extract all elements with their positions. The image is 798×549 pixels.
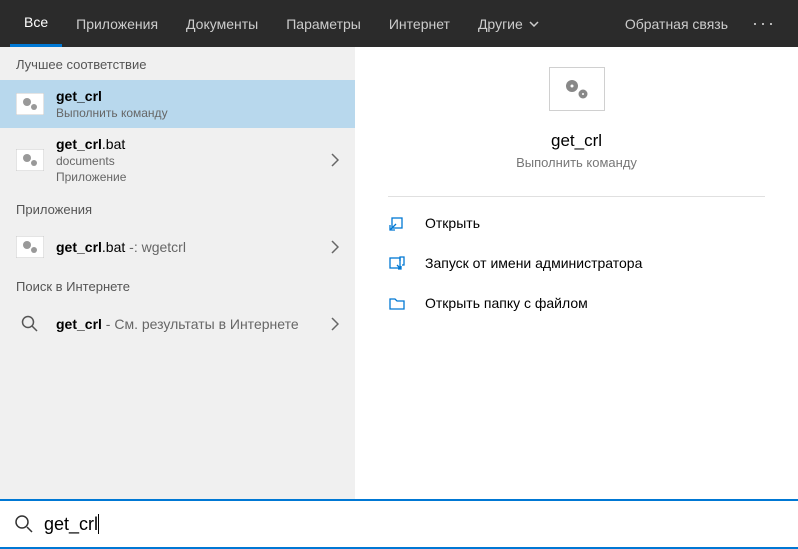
- action-run-admin[interactable]: Запуск от имени администратора: [383, 243, 770, 283]
- result-file-bat[interactable]: get_crl.bat documents Приложение: [0, 128, 355, 192]
- feedback-link[interactable]: Обратная связь: [613, 16, 740, 32]
- result-text: get_crl.bat -: wgetcrl: [56, 239, 331, 255]
- gears-icon: [549, 67, 605, 111]
- result-app-bat[interactable]: get_crl.bat -: wgetcrl: [0, 225, 355, 269]
- section-best-match: Лучшее соответствие: [0, 47, 355, 80]
- admin-icon: [387, 253, 407, 273]
- result-title-ext: .bat: [102, 239, 125, 255]
- gears-icon: [16, 149, 44, 171]
- result-text: get_crl.bat documents Приложение: [56, 136, 331, 184]
- tab-other-label: Другие: [478, 16, 523, 32]
- action-open[interactable]: Открыть: [383, 203, 770, 243]
- section-internet: Поиск в Интернете: [0, 269, 355, 302]
- actions-list: Открыть Запуск от имени администратора О…: [355, 203, 798, 323]
- text-cursor: [98, 514, 99, 534]
- preview-title: get_crl: [551, 131, 602, 151]
- result-title-pre: get_crl: [56, 136, 102, 152]
- tab-documents[interactable]: Документы: [172, 0, 272, 47]
- search-input[interactable]: get_crl: [44, 514, 784, 535]
- more-menu-icon[interactable]: ···: [740, 13, 788, 34]
- tab-internet[interactable]: Интернет: [375, 0, 464, 47]
- result-subtitle: Выполнить команду: [56, 106, 339, 120]
- search-icon: [14, 514, 34, 534]
- result-after: -: wgetcrl: [125, 239, 186, 255]
- search-icon: [16, 313, 44, 335]
- gears-icon: [16, 93, 44, 115]
- result-web-search[interactable]: get_crl - См. результаты в Интернете: [0, 302, 355, 346]
- result-subtitle2: Приложение: [56, 170, 331, 184]
- result-after: - См. результаты в Интернете: [102, 316, 299, 332]
- result-title: get_crl: [56, 316, 102, 332]
- preview-subtitle: Выполнить команду: [516, 155, 637, 170]
- search-window: Все Приложения Документы Параметры Интер…: [0, 0, 798, 549]
- result-title-pre: get_crl: [56, 239, 102, 255]
- preview-panel: get_crl Выполнить команду Открыть Запуск…: [355, 47, 798, 501]
- header-bar: Все Приложения Документы Параметры Интер…: [0, 0, 798, 47]
- action-label: Открыть: [425, 215, 480, 231]
- chevron-right-icon[interactable]: [331, 240, 339, 254]
- chevron-right-icon[interactable]: [331, 153, 339, 167]
- section-apps: Приложения: [0, 192, 355, 225]
- chevron-down-icon: [529, 21, 539, 27]
- search-bar[interactable]: get_crl: [0, 499, 798, 547]
- tab-apps[interactable]: Приложения: [62, 0, 172, 47]
- separator: [388, 196, 765, 197]
- action-open-folder[interactable]: Открыть папку с файлом: [383, 283, 770, 323]
- search-text: get_crl: [44, 514, 98, 534]
- gears-icon: [16, 236, 44, 258]
- results-list: Лучшее соответствие get_crl Выполнить ко…: [0, 47, 355, 501]
- action-label: Открыть папку с файлом: [425, 295, 588, 311]
- tab-all[interactable]: Все: [10, 0, 62, 47]
- action-label: Запуск от имени администратора: [425, 255, 642, 271]
- results-body: Лучшее соответствие get_crl Выполнить ко…: [0, 47, 798, 501]
- result-best-match[interactable]: get_crl Выполнить команду: [0, 80, 355, 128]
- result-subtitle: documents: [56, 154, 331, 168]
- open-icon: [387, 213, 407, 233]
- result-title-ext: .bat: [102, 136, 125, 152]
- header-tabs: Все Приложения Документы Параметры Интер…: [10, 0, 613, 47]
- result-text: get_crl Выполнить команду: [56, 88, 339, 120]
- chevron-right-icon[interactable]: [331, 317, 339, 331]
- tab-parameters[interactable]: Параметры: [272, 0, 375, 47]
- tab-other[interactable]: Другие: [464, 0, 553, 47]
- result-text: get_crl - См. результаты в Интернете: [56, 316, 331, 332]
- result-title: get_crl: [56, 88, 102, 104]
- folder-icon: [387, 293, 407, 313]
